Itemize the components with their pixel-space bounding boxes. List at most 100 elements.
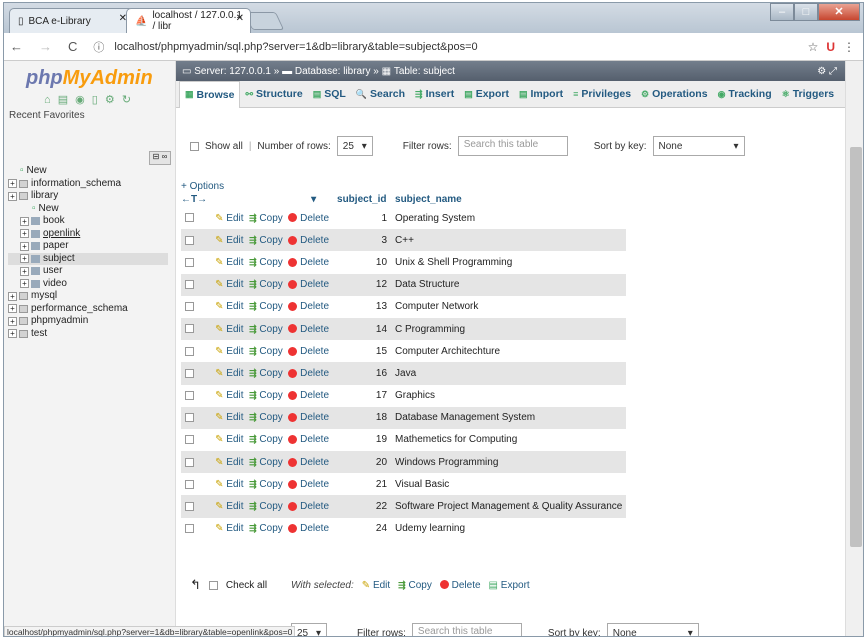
row-checkbox[interactable] [185, 280, 194, 290]
tab-browse[interactable]: ▦ Browse [179, 80, 241, 108]
delete-button[interactable]: Delete [288, 235, 329, 246]
expand-icon[interactable]: + [20, 229, 29, 239]
expand-icon[interactable]: + [8, 191, 17, 201]
copy-button[interactable]: ⇶ Copy [249, 457, 283, 468]
tab-insert[interactable]: ⇶ Insert [410, 88, 459, 100]
copy-button[interactable]: ⇶ Copy [249, 213, 283, 224]
breadcrumb-server[interactable]: Server: 127.0.0.1 [194, 66, 271, 77]
favorites-tab[interactable]: Favorites [43, 110, 84, 121]
edit-button[interactable]: ✎ Edit [215, 457, 243, 468]
tree-label[interactable]: performance_schema [31, 303, 128, 316]
info-icon[interactable]: ⓘ [93, 39, 104, 55]
copy-button[interactable]: ⇶ Copy [249, 368, 283, 379]
bulk-edit-button[interactable]: ✎ Edit [362, 580, 390, 591]
edit-button[interactable]: ✎ Edit [215, 479, 243, 490]
edit-button[interactable]: ✎ Edit [215, 213, 243, 224]
delete-button[interactable]: Delete [288, 257, 329, 268]
tree-item-paper[interactable]: + paper [8, 240, 168, 253]
tree-label[interactable]: book [43, 215, 65, 228]
collapse-link-icon[interactable]: ⊟ ∞ [149, 151, 171, 165]
tree-label[interactable]: New [27, 165, 47, 178]
expand-icon[interactable]: + [20, 266, 29, 276]
expand-icon[interactable]: + [20, 254, 29, 264]
delete-button[interactable]: Delete [288, 279, 329, 290]
row-checkbox[interactable] [185, 435, 194, 445]
delete-button[interactable]: Delete [288, 479, 329, 490]
row-checkbox[interactable] [185, 501, 194, 511]
expand-icon[interactable]: + [20, 241, 29, 251]
close-icon[interactable]: ✕ [236, 13, 244, 24]
tree-label[interactable]: information_schema [31, 178, 121, 191]
tree-item-video[interactable]: + video [8, 278, 168, 291]
edit-button[interactable]: ✎ Edit [215, 324, 243, 335]
tree-label[interactable]: test [31, 328, 47, 341]
copy-button[interactable]: ⇶ Copy [249, 235, 283, 246]
copy-button[interactable]: ⇶ Copy [249, 257, 283, 268]
row-checkbox[interactable] [185, 346, 194, 356]
tab-export[interactable]: ▤ Export [459, 88, 514, 100]
copy-button[interactable]: ⇶ Copy [249, 434, 283, 445]
expand-icon[interactable]: + [8, 179, 17, 189]
show-all-checkbox[interactable] [190, 141, 199, 151]
expand-icon[interactable]: + [8, 316, 17, 326]
star-icon[interactable]: ☆ [808, 40, 819, 54]
tab-tracking[interactable]: ◉ Tracking [713, 88, 777, 100]
row-checkbox[interactable] [185, 257, 194, 267]
nav-icons[interactable]: ⌂ ▤ ◉ ▯ ⚙ ↻ [4, 90, 175, 106]
copy-button[interactable]: ⇶ Copy [249, 301, 283, 312]
filter-input[interactable]: Search this table [457, 136, 568, 156]
row-checkbox[interactable] [185, 213, 194, 223]
delete-button[interactable]: Delete [288, 457, 329, 468]
delete-button[interactable]: Delete [288, 390, 329, 401]
row-checkbox[interactable] [185, 235, 194, 245]
tree-label[interactable]: mysql [31, 290, 57, 303]
expand-icon[interactable]: + [8, 304, 17, 314]
copy-button[interactable]: ⇶ Copy [249, 523, 283, 534]
menu-icon[interactable]: ⋮ [843, 40, 855, 54]
tree-item-information-schema[interactable]: + information_schema [8, 178, 168, 191]
column-arrows[interactable]: ←T→ [181, 191, 211, 207]
expand-icon[interactable]: + [20, 279, 29, 289]
bulk-copy-button[interactable]: ⇶ Copy [398, 580, 432, 591]
copy-button[interactable]: ⇶ Copy [249, 479, 283, 490]
tree-item-performance-schema[interactable]: + performance_schema [8, 303, 168, 316]
tree-label[interactable]: video [43, 278, 67, 291]
tree-item-new[interactable]: ▫ New [8, 203, 168, 216]
tree-item-user[interactable]: + user [8, 265, 168, 278]
tree-item-test[interactable]: + test [8, 328, 168, 341]
tab-import[interactable]: ▤ Import [514, 88, 568, 100]
tree-item-mysql[interactable]: + mysql [8, 290, 168, 303]
edit-button[interactable]: ✎ Edit [215, 257, 243, 268]
tree-item-library[interactable]: + library [8, 190, 168, 203]
row-checkbox[interactable] [185, 524, 194, 534]
delete-button[interactable]: Delete [288, 434, 329, 445]
back-icon[interactable]: ← [10, 39, 23, 54]
forward-icon[interactable]: → [39, 39, 52, 54]
tab-triggers[interactable]: ⚛ Triggers [777, 88, 840, 100]
edit-button[interactable]: ✎ Edit [215, 279, 243, 290]
expand-icon[interactable]: + [8, 329, 17, 339]
maximize-icon[interactable]: □ [794, 3, 818, 21]
row-checkbox[interactable] [185, 368, 194, 378]
delete-button[interactable]: Delete [288, 346, 329, 357]
row-checkbox[interactable] [185, 413, 194, 423]
tree-label[interactable]: subject [43, 253, 75, 266]
edit-button[interactable]: ✎ Edit [215, 301, 243, 312]
row-checkbox[interactable] [185, 479, 194, 489]
copy-button[interactable]: ⇶ Copy [249, 412, 283, 423]
settings-icon[interactable]: ⚙ ⤢ [817, 66, 837, 77]
breadcrumb-database[interactable]: Database: library [295, 66, 371, 77]
delete-button[interactable]: Delete [288, 213, 329, 224]
expand-icon[interactable]: + [8, 291, 17, 301]
bulk-delete-button[interactable]: Delete [439, 580, 481, 591]
copy-button[interactable]: ⇶ Copy [249, 501, 283, 512]
tree-label[interactable]: library [31, 190, 58, 203]
row-checkbox[interactable] [185, 324, 194, 334]
num-rows-select[interactable]: 25 ▾ [336, 136, 373, 156]
tree-label[interactable]: phpmyadmin [31, 315, 88, 328]
tree-item-subject[interactable]: + subject [8, 252, 168, 266]
delete-button[interactable]: Delete [288, 523, 329, 534]
edit-button[interactable]: ✎ Edit [215, 390, 243, 401]
browser-tab-phpmyadmin[interactable]: ⛵ localhost / 127.0.0.1 / libr ✕ [126, 8, 251, 33]
tree-item-book[interactable]: + book [8, 215, 168, 228]
